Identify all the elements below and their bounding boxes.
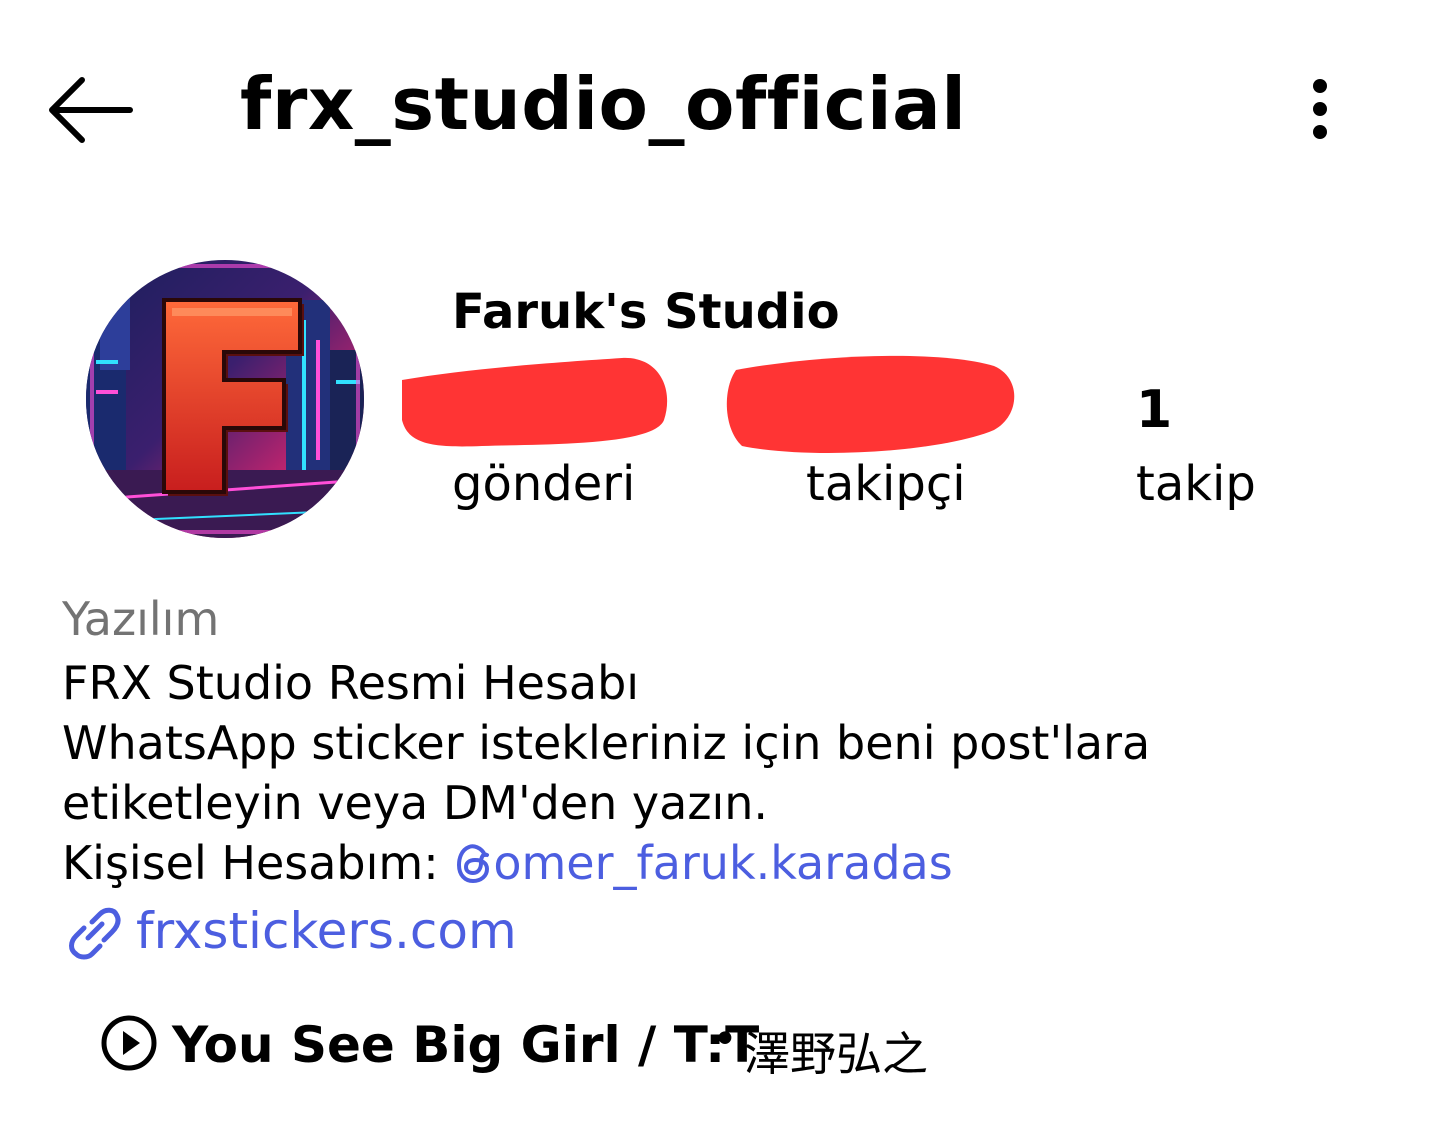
following-count: 1	[1136, 380, 1173, 440]
followers-label: takipçi	[806, 456, 966, 512]
redaction-mark	[726, 355, 1015, 453]
following-label: takip	[1136, 456, 1256, 512]
threads-mention-link[interactable]: omer_faruk.karadas	[453, 836, 953, 890]
mention-handle: omer_faruk.karadas	[493, 836, 953, 890]
link-text: frxstickers.com	[136, 902, 517, 960]
back-button[interactable]	[44, 70, 136, 150]
profile-avatar[interactable]	[86, 260, 364, 538]
bio-line: FRX Studio Resmi Hesabı	[62, 656, 640, 710]
play-circle-icon	[101, 1015, 157, 1071]
more-options-button[interactable]	[1296, 70, 1344, 150]
posts-stat[interactable]: gönderi	[392, 350, 682, 520]
redaction-mark	[402, 357, 668, 447]
profile-category: Yazılım	[62, 592, 220, 646]
song-title: You See Big Girl / T:T	[172, 1016, 760, 1074]
separator-dot: •	[712, 1014, 738, 1065]
more-vertical-icon	[1313, 79, 1327, 139]
top-bar: frx_studio_official	[0, 0, 1440, 210]
link-icon	[69, 907, 121, 960]
profile-username: frx_studio_official	[240, 62, 967, 146]
threads-icon	[457, 844, 490, 884]
song-artist: 澤野弘之	[744, 1027, 928, 1081]
bio-line: WhatsApp sticker istekleriniz için beni …	[62, 716, 1151, 770]
bio-personal-account: Kişisel Hesabım: omer_faruk.karadas	[62, 836, 953, 890]
posts-label: gönderi	[452, 456, 636, 512]
followers-stat[interactable]: takipçi	[722, 350, 1022, 520]
following-stat[interactable]: 1 takip	[1134, 380, 1274, 520]
bio-line: etiketleyin veya DM'den yazın.	[62, 776, 769, 830]
display-name: Faruk's Studio	[452, 284, 840, 340]
personal-account-label: Kişisel Hesabım:	[62, 836, 454, 890]
arrow-left-icon	[49, 77, 133, 143]
avatar-image	[86, 260, 364, 538]
